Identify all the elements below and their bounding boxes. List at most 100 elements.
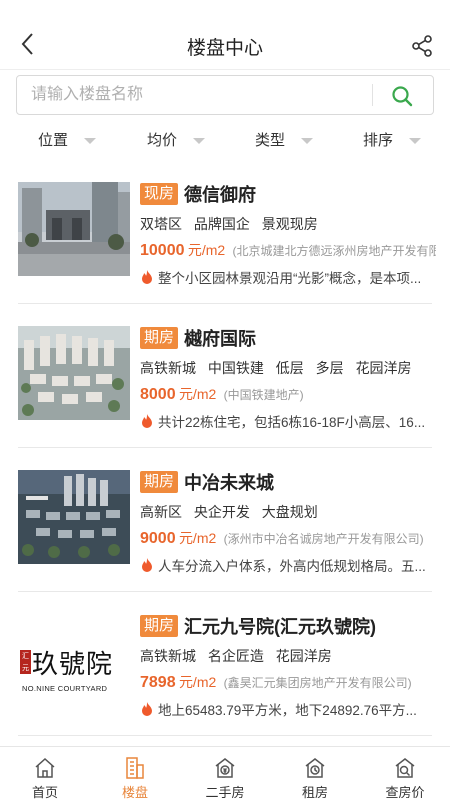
listing-info: 现房 德信御府 双塔区 品牌国企 景观现房 10000 元/m2 (北京城建北方… [140, 182, 436, 287]
caret-down-icon [301, 138, 314, 144]
price-unit: 元/m2 [187, 242, 226, 258]
share-button[interactable] [410, 34, 434, 58]
tab-label: 二手房 [205, 785, 245, 799]
tag: 低层 [275, 360, 304, 376]
listing-info: 期房 中冶未来城 高新区 央企开发 大盘规划 9000 元/m2 (涿州市中冶名… [140, 470, 436, 575]
status-badge: 期房 [140, 471, 179, 493]
tag: 品牌国企 [193, 216, 250, 232]
tab-label: 查房价 [385, 785, 425, 799]
listing-description: 人车分流入户体系，外高内低规划格局。五... [158, 559, 426, 574]
tab-label: 楼盘 [121, 785, 148, 799]
search-icon [392, 86, 413, 107]
logo-subtitle: NO.NINE COURTYARD [22, 684, 108, 693]
tag: 高新区 [140, 504, 182, 520]
divider [18, 735, 432, 736]
building-icon [126, 757, 144, 779]
price-unit: 元/m2 [178, 530, 217, 546]
listing-name: 德信御府 [184, 185, 257, 205]
flame-icon [142, 558, 152, 572]
listing-photo [18, 470, 130, 564]
filter-sort[interactable]: 排序 [363, 124, 422, 154]
filter-label: 均价 [147, 131, 178, 149]
price-row: 10000 元/m2 (北京城建北方德远涿州房地产开发有限 [140, 240, 436, 260]
tag: 双塔区 [140, 216, 182, 232]
developer-name: (北京城建北方德远涿州房地产开发有限 [232, 244, 436, 258]
caret-down-icon [409, 138, 422, 144]
listing-tags: 高铁新城 中国铁建 低层 多层 花园洋房 [140, 358, 436, 376]
tag: 大盘规划 [261, 504, 318, 520]
listing-name: 中冶未来城 [184, 473, 275, 493]
filter-label: 位置 [38, 131, 69, 149]
listing-photo [18, 182, 130, 276]
desc-row: 人车分流入户体系，外高内低规划格局。五... [140, 555, 436, 575]
tab-label: 首页 [31, 785, 58, 799]
tag: 央企开发 [193, 504, 250, 520]
tab-price-check[interactable]: 查房价 [360, 747, 450, 799]
price-value: 9000 [140, 530, 176, 547]
house-currency-icon [215, 758, 235, 778]
tag: 多层 [315, 360, 344, 376]
desc-row: 共计22栋住宅，包括6栋16-18F小高层、16... [140, 411, 436, 431]
caret-down-icon [193, 138, 206, 144]
price-value: 7898 [140, 674, 176, 691]
desc-row: 整个小区园林景观沿用“光影”概念，是本项... [140, 267, 436, 287]
filter-location[interactable]: 位置 [38, 124, 97, 154]
listing-item[interactable]: 期房 樾府国际 高铁新城 中国铁建 低层 多层 花园洋房 8000 元/m2 (… [0, 304, 450, 448]
listing-photo [18, 326, 130, 420]
flame-icon [142, 270, 152, 284]
filter-price[interactable]: 均价 [147, 124, 206, 154]
share-icon [412, 35, 432, 57]
price-unit: 元/m2 [178, 674, 217, 690]
tag: 高铁新城 [140, 360, 196, 376]
price-value: 10000 [140, 242, 185, 259]
price-search-icon [395, 758, 415, 778]
tag: 名企匠造 [207, 648, 264, 664]
price-value: 8000 [140, 386, 176, 403]
filter-label: 排序 [363, 131, 394, 149]
status-badge: 期房 [140, 615, 179, 637]
status-badge: 现房 [140, 183, 179, 205]
tab-rent[interactable]: 租房 [270, 747, 360, 799]
listing-description: 地上65483.79平方米，地下24892.76平方... [158, 703, 417, 718]
desc-row: 地上65483.79平方米，地下24892.76平方... [140, 699, 436, 719]
price-unit: 元/m2 [178, 386, 217, 402]
listing-item[interactable]: 现房 德信御府 双塔区 品牌国企 景观现房 10000 元/m2 (北京城建北方… [0, 160, 450, 304]
page-title: 楼盘中心 [186, 38, 263, 59]
listing-info: 期房 樾府国际 高铁新城 中国铁建 低层 多层 花园洋房 8000 元/m2 (… [140, 326, 436, 431]
search-button[interactable] [390, 84, 414, 108]
tag: 花园洋房 [355, 360, 412, 376]
tag: 景观现房 [261, 216, 318, 232]
listing-name: 汇元九号院(汇元玖號院) [184, 617, 377, 637]
developer-name: (鑫昊汇元集团房地产开发有限公司) [223, 676, 412, 690]
tag: 高铁新城 [140, 648, 196, 664]
listing-logo: 汇元 玖號院 NO.NINE COURTYARD [18, 614, 130, 708]
home-icon [35, 757, 55, 778]
filter-bar: 位置 均价 类型 排序 [0, 124, 450, 154]
price-row: 8000 元/m2 (中国铁建地产) [140, 384, 436, 404]
tag: 中国铁建 [207, 360, 264, 376]
developer-name: (涿州市中冶名诚房地产开发有限公司) [223, 532, 424, 546]
listing-tags: 双塔区 品牌国企 景观现房 [140, 214, 436, 232]
listing-description: 整个小区园林景观沿用“光影”概念，是本项... [158, 271, 422, 286]
listing-description: 共计22栋住宅，包括6栋16-18F小高层、16... [158, 415, 426, 430]
tag: 花园洋房 [275, 648, 332, 664]
logo-seal: 汇元 [20, 650, 31, 674]
listing-info: 期房 汇元九号院(汇元玖號院) 高铁新城 名企匠造 花园洋房 7898 元/m2… [140, 614, 436, 719]
rent-house-icon [305, 758, 325, 778]
listing-item[interactable]: 汇元 玖號院 NO.NINE COURTYARD 期房 汇元九号院(汇元玖號院)… [0, 592, 450, 736]
price-row: 9000 元/m2 (涿州市中冶名诚房地产开发有限公司) [140, 528, 436, 548]
listing-tags: 高铁新城 名企匠造 花园洋房 [140, 646, 436, 664]
filter-type[interactable]: 类型 [255, 124, 314, 154]
filter-label: 类型 [255, 131, 286, 149]
tab-buildings[interactable]: 楼盘 [90, 747, 180, 799]
bottom-tab-bar: 首页 楼盘 二手房 租房 查房价 [0, 746, 450, 799]
tab-second-hand[interactable]: 二手房 [180, 747, 270, 799]
flame-icon [142, 702, 152, 716]
listing-item[interactable]: 期房 中冶未来城 高新区 央企开发 大盘规划 9000 元/m2 (涿州市中冶名… [0, 448, 450, 592]
status-badge: 期房 [140, 327, 179, 349]
search-box [16, 75, 434, 115]
tab-home[interactable]: 首页 [0, 747, 90, 799]
top-bar: 楼盘中心 [0, 0, 450, 70]
developer-name: (中国铁建地产) [223, 388, 304, 402]
search-input[interactable] [17, 76, 372, 114]
